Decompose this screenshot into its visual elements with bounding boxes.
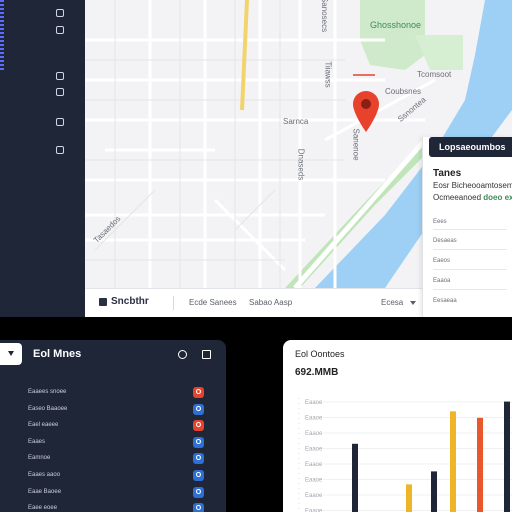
edit-panel: Eol Mnes Eaaees snoee O Easeo Baaoee O Eael … bbox=[0, 340, 226, 512]
list-icon[interactable] bbox=[56, 88, 64, 96]
map-logo-icon bbox=[99, 298, 107, 306]
expand-icon[interactable] bbox=[202, 350, 211, 359]
location-info-panel: Lopsaeoumbos Tanes Eosr Bicheooamtosemo … bbox=[422, 137, 512, 317]
panel-row[interactable]: Eesaeaa bbox=[433, 298, 457, 304]
map-icon[interactable] bbox=[56, 9, 64, 17]
chart-bar bbox=[352, 443, 358, 512]
map-label-park: Ghosshonoe bbox=[370, 20, 422, 30]
location-pin-icon[interactable] bbox=[351, 88, 381, 134]
map-view[interactable]: Ghosshonoe Sarnca Tasaedos Ssnontea Dnas… bbox=[85, 0, 512, 317]
settings-icon[interactable] bbox=[178, 350, 187, 359]
map-label-corner: Tiiawss bbox=[323, 61, 333, 88]
chart-bar bbox=[504, 401, 510, 512]
map-label-street: Sarnca bbox=[283, 117, 309, 126]
tab-map[interactable]: Sabao Aasp bbox=[249, 298, 292, 307]
edit-row-label: Eaaes bbox=[28, 438, 46, 445]
row-status-icon[interactable]: O bbox=[193, 486, 204, 498]
map-label-right: Tcomsoot bbox=[417, 70, 452, 79]
y-tick-label: Eaaoe bbox=[305, 431, 323, 437]
highway bbox=[240, 0, 249, 111]
row-status-icon[interactable]: O bbox=[193, 420, 204, 432]
map-label-water: Coubsnes bbox=[385, 87, 422, 96]
edit-list-row[interactable]: Eael eaeee O bbox=[28, 420, 210, 434]
row-status-icon[interactable]: O bbox=[193, 453, 204, 465]
panel-row[interactable]: Desaeas bbox=[433, 238, 457, 244]
edit-list-row[interactable]: Eaee eoee O bbox=[28, 503, 210, 512]
edit-row-label: Eaaes aaoo bbox=[28, 472, 61, 478]
y-tick-label: Eaaoe bbox=[305, 416, 323, 422]
app-sidebar bbox=[0, 0, 85, 317]
chart-bar bbox=[450, 411, 456, 512]
edit-list-row[interactable]: Eaae Baoee O bbox=[28, 486, 210, 501]
row-status-icon[interactable]: O bbox=[193, 503, 204, 512]
edit-row-label: Eael eaeee bbox=[28, 422, 59, 429]
edit-list-row[interactable]: Eaaees snoee O bbox=[28, 387, 210, 401]
edit-row-label: Eaee eoee bbox=[28, 505, 58, 512]
y-tick-label: Eaaoe bbox=[305, 400, 323, 406]
map-label-top: Sanosecs bbox=[320, 0, 330, 33]
grid-icon[interactable] bbox=[56, 72, 64, 80]
edit-row-label: Easeo Baaoee bbox=[28, 405, 68, 412]
chart-card: Eol Oontoes 692.MMB Eaaoe Eaaoe Eaaoe Eaaoe… bbox=[283, 340, 512, 512]
panel-subtitle: Eosr Bicheooamtosemo bbox=[433, 181, 512, 190]
location-search[interactable]: Lopsaeoumbos bbox=[429, 137, 512, 157]
panel-row[interactable]: Eaaoa bbox=[433, 278, 450, 284]
edit-list-row[interactable]: Eaaes O bbox=[28, 436, 210, 451]
row-status-icon[interactable]: O bbox=[193, 436, 204, 448]
map-bottom-bar: Sncbthr Ecde Sanees Sabao Aasp Ecesa bbox=[85, 288, 425, 317]
edit-list-row[interactable]: Eamnoe O bbox=[28, 453, 210, 467]
row-status-icon[interactable]: O bbox=[193, 403, 204, 415]
chat-icon[interactable] bbox=[56, 118, 64, 126]
edit-row-label: Eamnoe bbox=[28, 455, 51, 462]
tab-edit[interactable]: Ecde Sanees bbox=[189, 298, 237, 307]
chart-bar bbox=[406, 484, 412, 512]
y-tick-label: Eaaoe bbox=[305, 509, 323, 512]
edit-row-label: Eaae Baoee bbox=[28, 488, 62, 495]
chart-bar-marker bbox=[352, 458, 358, 465]
y-tick-label: Eaaoe bbox=[305, 493, 323, 499]
panel-title: Tanes bbox=[433, 168, 462, 179]
map-brand: Sncbthr bbox=[111, 296, 149, 307]
chart-bar bbox=[477, 417, 483, 512]
sidebar-scrollbar[interactable] bbox=[0, 0, 4, 70]
bar-chart: Eaaoe Eaaoe Eaaoe Eaaoe Eaaoe Eaaoe Eaaoe Eaaoe… bbox=[298, 398, 512, 512]
edit-list-row[interactable]: Eaaes aaoo O bbox=[28, 470, 210, 484]
map-label-vertical-1: Dnaseds bbox=[296, 148, 306, 181]
row-status-icon[interactable]: O bbox=[193, 470, 204, 481]
y-tick-label: Eaaoe bbox=[305, 447, 323, 453]
edit-list-row[interactable]: Easeo Baaoee O bbox=[28, 403, 210, 418]
calendar-icon[interactable] bbox=[56, 146, 64, 154]
edit-panel-title: Eol Mnes bbox=[33, 348, 82, 360]
chart-bar bbox=[431, 471, 437, 512]
panel-row[interactable]: Eaeos bbox=[433, 258, 450, 264]
chevron-down-icon[interactable] bbox=[410, 301, 416, 305]
panel-row[interactable]: Eees bbox=[433, 219, 447, 225]
edit-row-label: Eaaees snoee bbox=[28, 389, 67, 395]
collapse-button[interactable] bbox=[0, 343, 22, 365]
layers-icon[interactable] bbox=[56, 26, 64, 34]
y-tick-label: Eaaoe bbox=[305, 462, 323, 468]
row-status-icon[interactable]: O bbox=[193, 387, 204, 398]
panel-detail: Ocmeeanoed doeo ex bbox=[433, 193, 512, 202]
tab-extra[interactable]: Ecesa bbox=[381, 298, 403, 307]
edit-panel-header: Eol Mnes bbox=[0, 340, 226, 370]
y-tick-label: Eaaoe bbox=[305, 478, 323, 484]
chevron-down-icon bbox=[8, 351, 14, 356]
